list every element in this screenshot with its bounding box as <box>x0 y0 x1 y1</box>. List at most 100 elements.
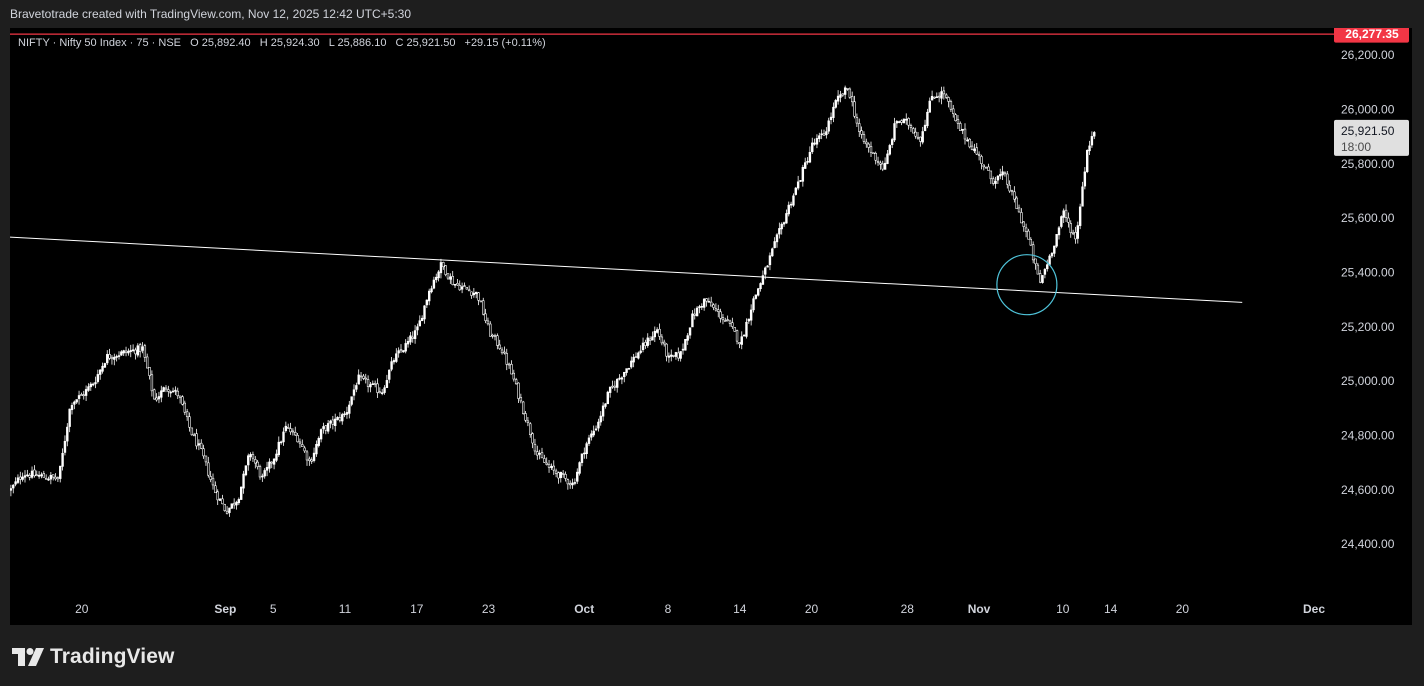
candle-body <box>874 152 877 161</box>
candle-body <box>47 478 50 481</box>
candle-body <box>1013 191 1016 200</box>
candle-body <box>148 367 151 376</box>
candle-body <box>380 392 384 394</box>
candle-body <box>991 178 995 184</box>
time-tick-label: Nov <box>968 602 991 616</box>
candle-body <box>463 285 466 287</box>
candle-body <box>63 440 67 453</box>
candle-body <box>21 476 24 480</box>
candle-body <box>1001 171 1004 176</box>
candle-body <box>611 385 614 388</box>
candle-body <box>33 469 36 477</box>
candle-body <box>303 447 306 452</box>
candle-body <box>658 328 661 337</box>
candle-body <box>214 485 217 494</box>
candle-body <box>467 289 471 292</box>
candle-body <box>496 335 499 346</box>
price-tick-label: 24,600.00 <box>1341 483 1395 497</box>
candle-body <box>61 452 64 467</box>
highlight-circle[interactable] <box>996 254 1058 316</box>
candle-body <box>491 334 494 337</box>
candle-body <box>599 415 602 423</box>
footer-brand-text: TradingView <box>50 645 175 668</box>
candle-body <box>524 413 527 421</box>
candle-body <box>91 383 95 386</box>
time-axis[interactable]: 20 Sep 5 11 17 23 Oct 8 14 20 28 Nov 10 14 20 Dec <box>75 602 1325 616</box>
candle-body <box>171 390 175 393</box>
last-price-tag[interactable]: 25,921.50 18:00 <box>1334 119 1409 156</box>
candle-body <box>350 396 353 405</box>
candle-body <box>1088 145 1091 152</box>
candle-body <box>59 465 62 479</box>
candle-body <box>75 399 78 403</box>
trendline[interactable] <box>10 236 1243 303</box>
symbol-legend[interactable]: NIFTY · Nifty 50 Index · 75 · NSE O 25,8… <box>18 37 546 49</box>
candle-body <box>841 93 845 96</box>
candle-body <box>796 181 800 189</box>
candle-body <box>10 488 13 491</box>
candle-body <box>489 323 492 337</box>
candle-body <box>87 386 90 391</box>
time-tick-label: 17 <box>410 602 424 616</box>
candle-body <box>853 101 856 117</box>
candle-body <box>928 100 931 113</box>
candle-body <box>803 162 807 169</box>
candle-body <box>651 336 654 341</box>
candle-body <box>860 130 863 135</box>
candle-body <box>780 223 783 230</box>
candle-body <box>608 386 612 393</box>
candle-body <box>1071 232 1075 235</box>
candle-body <box>254 459 257 464</box>
candle-body <box>693 313 696 316</box>
candle-body <box>68 408 71 427</box>
candle-body <box>620 377 624 380</box>
candle-body <box>392 360 396 363</box>
candle-body <box>141 346 144 351</box>
candle-body <box>749 309 753 321</box>
candle-body <box>1046 264 1049 270</box>
candle-body <box>472 292 476 296</box>
candle-body <box>383 387 386 393</box>
candle-body <box>352 389 356 396</box>
candle-body <box>827 120 830 132</box>
alert-price-tag[interactable]: 26,277.35 <box>1334 28 1409 43</box>
candle-body <box>1081 186 1084 207</box>
candle-body <box>138 344 142 353</box>
candle-body <box>89 383 93 388</box>
footer-brand[interactable]: TradingView <box>12 643 174 671</box>
time-tick-label: 14 <box>733 602 747 616</box>
candle-body <box>973 148 976 152</box>
candle-body <box>261 475 264 478</box>
candle-body <box>545 462 548 465</box>
candle-body <box>42 473 46 478</box>
candle-body <box>961 129 964 131</box>
candle-body <box>512 372 515 380</box>
time-tick-label: 28 <box>901 602 915 616</box>
candle-body <box>181 396 184 405</box>
candle-body <box>705 298 708 302</box>
candle-body <box>811 142 814 153</box>
candle-body <box>49 474 53 480</box>
candle-body <box>326 423 330 432</box>
candle-body <box>185 411 189 418</box>
candle-body <box>615 378 619 388</box>
candle-body <box>752 298 755 311</box>
candle-body <box>110 356 114 360</box>
candle-body <box>984 166 988 169</box>
candle-body <box>688 327 692 336</box>
candle-body <box>232 502 236 506</box>
candle-body <box>660 336 664 344</box>
candle-body <box>409 335 412 343</box>
candle-body <box>759 283 762 290</box>
candle-body <box>916 136 920 139</box>
candle-body <box>648 338 652 341</box>
candle-body <box>449 276 452 280</box>
candle-body <box>742 334 746 337</box>
candle-body <box>275 453 278 461</box>
candle-body <box>644 342 647 346</box>
time-tick-label: 20 <box>1176 602 1190 616</box>
time-tick-label: 14 <box>1104 602 1118 616</box>
candle-body <box>550 466 553 469</box>
candle-body <box>446 273 450 279</box>
price-chart[interactable]: NIFTY · Nifty 50 Index · 75 · NSE O 25,8… <box>10 28 1412 625</box>
